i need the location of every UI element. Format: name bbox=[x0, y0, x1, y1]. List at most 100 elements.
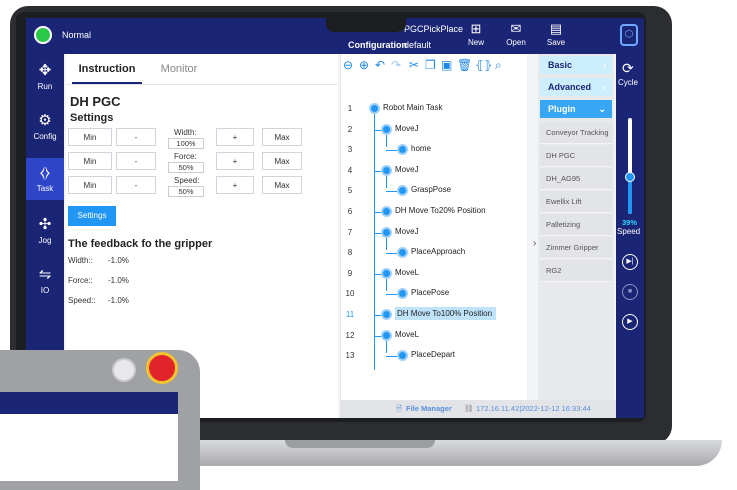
nav-item-config-label: Config bbox=[33, 132, 57, 141]
width-increase-button[interactable]: + bbox=[216, 128, 254, 146]
category-plugin[interactable]: Plugin ⌄ bbox=[540, 100, 612, 118]
nav-item-io-label: IO bbox=[40, 286, 50, 295]
nav-item-config[interactable]: ⚙ Config bbox=[26, 106, 64, 148]
width-min-button[interactable]: Min bbox=[68, 128, 112, 146]
tree-line-number: 12 bbox=[345, 330, 355, 340]
plugin-item[interactable]: Conveyor Tracking bbox=[540, 122, 612, 144]
tree-node-label[interactable]: PlaceDepart bbox=[411, 350, 455, 359]
waypoint-icon bbox=[397, 350, 408, 362]
tab-monitor[interactable]: Monitor bbox=[144, 56, 214, 82]
chevron-right-icon: › bbox=[603, 82, 606, 92]
plugin-item[interactable]: Zimmer Gripper bbox=[540, 237, 612, 259]
nav-item-run-label: Run bbox=[37, 82, 53, 91]
tab-instruction[interactable]: Instruction bbox=[72, 56, 142, 84]
tree-connector bbox=[386, 356, 397, 358]
laptop-camera bbox=[326, 18, 406, 32]
tree-node-label[interactable]: MoveL bbox=[395, 330, 419, 339]
command-node-icon bbox=[381, 226, 392, 238]
command-node-icon bbox=[381, 267, 392, 279]
nav-item-task[interactable]: ⧼⧽ Task bbox=[26, 158, 64, 200]
tree-line-number: 9 bbox=[347, 268, 353, 278]
mode-label: Normal bbox=[62, 30, 92, 40]
save-button[interactable]: ▤ Save bbox=[538, 20, 574, 54]
speed-min-button[interactable]: Min bbox=[68, 176, 112, 194]
waypoint-icon bbox=[397, 288, 408, 300]
cycle-label: Cycle bbox=[618, 78, 639, 87]
file-manager-icon[interactable]: 🗎 bbox=[396, 400, 402, 418]
speed-slider-handle[interactable] bbox=[625, 171, 635, 182]
emergency-stop-icon bbox=[146, 352, 178, 384]
nav-item-jog[interactable]: ✣ Jog bbox=[26, 210, 64, 252]
new-button[interactable]: ⊞ New bbox=[458, 20, 494, 54]
speed-decrease-button[interactable]: - bbox=[116, 176, 156, 194]
network-icon: ⛓ bbox=[464, 404, 474, 413]
waypoint-icon bbox=[397, 247, 408, 259]
tree-connector bbox=[386, 279, 387, 292]
width-decrease-button[interactable]: - bbox=[116, 128, 156, 146]
tree-node-label[interactable]: MoveJ bbox=[395, 124, 419, 133]
tree-node-label[interactable]: MoveJ bbox=[395, 227, 419, 236]
speed-slider-track[interactable] bbox=[625, 118, 635, 214]
tree-line-number: 2 bbox=[347, 124, 353, 134]
tree-node-label[interactable]: PlacePose bbox=[411, 288, 449, 297]
new-file-icon: ⊞ bbox=[470, 21, 482, 36]
tree-line-number: 10 bbox=[345, 289, 355, 299]
tree-node-label[interactable]: GraspPose bbox=[411, 185, 451, 194]
tree-connector bbox=[386, 150, 397, 152]
width-max-button[interactable]: Max bbox=[262, 128, 302, 146]
tree-node-label[interactable]: MoveJ bbox=[395, 165, 419, 174]
tree-node-label[interactable]: home bbox=[411, 144, 431, 153]
pendant-key-icon bbox=[112, 358, 136, 382]
tree-node-label[interactable]: MoveL bbox=[395, 268, 419, 277]
force-increase-button[interactable]: + bbox=[216, 152, 254, 170]
settings-button[interactable]: Settings bbox=[68, 206, 116, 226]
category-basic[interactable]: Basic › bbox=[540, 56, 612, 74]
tree-node-label[interactable]: DH Move To20% Position bbox=[395, 206, 486, 215]
command-list: Basic › Advanced › Plugin ⌄ Conveyor Tra… bbox=[538, 54, 614, 418]
speed-value: 50% bbox=[168, 186, 204, 197]
force-decrease-button[interactable]: - bbox=[116, 152, 156, 170]
speed-increase-button[interactable]: + bbox=[216, 176, 254, 194]
file-manager-link[interactable]: File Manager bbox=[406, 400, 452, 418]
force-max-button[interactable]: Max bbox=[262, 152, 302, 170]
run-control-bar: ⟳ Cycle 39% Speed ▶| ■ ▶ bbox=[616, 54, 644, 418]
tree-line-number: 7 bbox=[347, 227, 353, 237]
speed-label: Speed: bbox=[174, 176, 200, 185]
io-icon: ⇋ bbox=[38, 266, 52, 283]
status-bar: 🗎 File Manager ⛓ 172.16.11.42|2022-12-12… bbox=[340, 400, 616, 418]
nav-item-io[interactable]: ⇋ IO bbox=[26, 260, 64, 302]
plugin-item[interactable]: DH PGC bbox=[540, 145, 612, 167]
feedback-speed-value: -1.0% bbox=[108, 296, 129, 305]
step-icon[interactable]: ▶| bbox=[622, 254, 638, 270]
tree-node-label[interactable]: Robot Main Task bbox=[383, 103, 442, 112]
play-icon[interactable]: ▶ bbox=[622, 314, 638, 330]
command-node-icon bbox=[381, 206, 392, 217]
tree-line-number: 3 bbox=[347, 145, 353, 155]
tree-line-number: 11 bbox=[345, 310, 355, 319]
tab-divider bbox=[66, 84, 338, 85]
task-value: PGCPickPlace bbox=[404, 24, 464, 34]
speed-max-button[interactable]: Max bbox=[262, 176, 302, 194]
chevron-right-icon: › bbox=[603, 60, 606, 70]
new-button-label: New bbox=[467, 38, 484, 47]
force-min-button[interactable]: Min bbox=[68, 152, 112, 170]
command-node-icon bbox=[381, 164, 392, 176]
plugin-item[interactable]: Ewellix Lift bbox=[540, 191, 612, 213]
tree-node-label[interactable]: DH Move To100% Position bbox=[395, 307, 497, 320]
nav-item-run[interactable]: ✥ Run bbox=[26, 56, 64, 98]
open-button[interactable]: ✉ Open bbox=[498, 20, 534, 54]
feedback-width-value: -1.0% bbox=[108, 256, 129, 265]
tree-node-label[interactable]: PlaceApproach bbox=[411, 247, 465, 256]
plugin-item[interactable]: RG2 bbox=[540, 260, 612, 282]
cycle-icon[interactable]: ⟳ bbox=[622, 60, 634, 77]
category-advanced[interactable]: Advanced › bbox=[540, 78, 612, 96]
ip-time: 172.16.11.42|2022-12-12 16:33:44 bbox=[476, 404, 591, 413]
plugin-item[interactable]: DH_AG95 bbox=[540, 168, 612, 190]
run-icon: ✥ bbox=[38, 62, 52, 79]
stop-icon[interactable]: ■ bbox=[622, 284, 638, 300]
collapse-arrow-icon[interactable]: › bbox=[533, 238, 536, 249]
speed-slider-fill bbox=[628, 176, 632, 214]
plugin-item[interactable]: Palletizing bbox=[540, 214, 612, 236]
speed-value: 39% bbox=[622, 218, 638, 227]
feedback-force-label: Force:: bbox=[68, 276, 93, 285]
